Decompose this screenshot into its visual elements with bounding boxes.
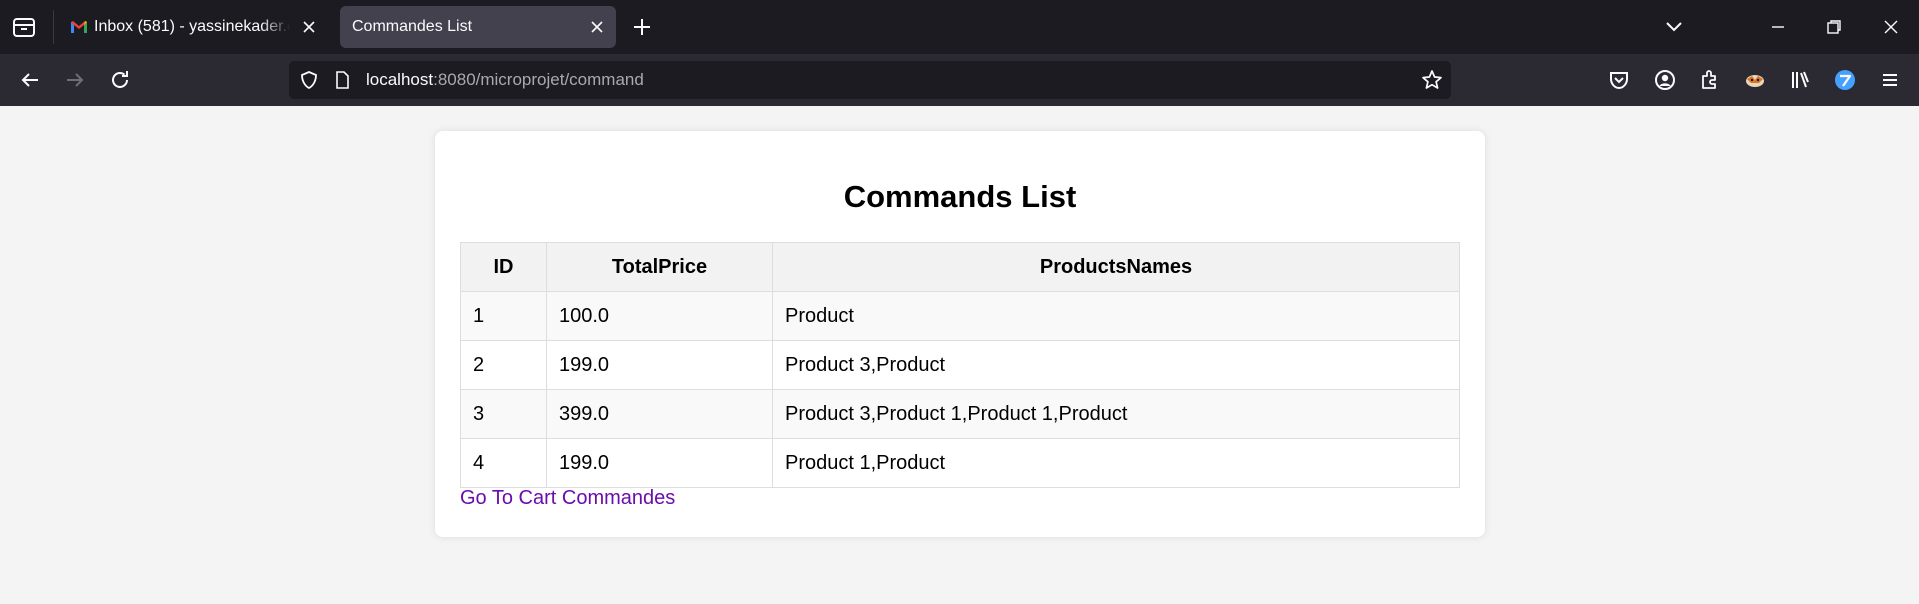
table-row: 4 199.0 Product 1,Product	[460, 438, 1460, 488]
minimize-icon[interactable]	[1766, 15, 1790, 39]
close-window-icon[interactable]	[1879, 15, 1903, 39]
tab-gmail[interactable]: Inbox (581) - yassinekader.contact@gmail…	[58, 6, 328, 48]
table-row: 1 100.0 Product	[460, 291, 1460, 341]
url-path: :8080/microprojet/command	[433, 70, 644, 89]
cell-id: 3	[460, 389, 547, 439]
column-header-products-names: ProductsNames	[772, 242, 1460, 292]
extension-fox-icon[interactable]	[1742, 67, 1768, 93]
extension-blue-icon[interactable]	[1832, 67, 1858, 93]
extensions-icon[interactable]	[1697, 67, 1723, 93]
tab-commandes-list[interactable]: Commandes List	[340, 6, 616, 48]
cell-products-names: Product 1,Product	[772, 438, 1460, 488]
back-icon[interactable]	[18, 68, 42, 92]
close-tab-icon[interactable]	[300, 18, 318, 36]
page-title: Commands List	[843, 179, 1077, 214]
bookmark-star-icon[interactable]	[1421, 69, 1443, 91]
table-header-row: ID TotalPrice ProductsNames	[460, 242, 1460, 292]
library-icon[interactable]	[1787, 67, 1813, 93]
cell-total-price: 399.0	[546, 389, 773, 439]
menu-icon[interactable]	[1877, 67, 1903, 93]
url-text[interactable]: localhost:8080/microprojet/command	[366, 61, 644, 99]
cell-products-names: Product	[772, 291, 1460, 341]
account-icon[interactable]	[1652, 67, 1678, 93]
cell-products-names: Product 3,Product 1,Product 1,Product	[772, 389, 1460, 439]
navigation-toolbar: localhost:8080/microprojet/command	[0, 54, 1919, 106]
column-header-total-price: TotalPrice	[546, 242, 773, 292]
commands-card: Commands List ID TotalPrice ProductsName…	[435, 131, 1485, 537]
new-tab-icon[interactable]	[630, 15, 654, 39]
cell-id: 1	[460, 291, 547, 341]
restore-icon[interactable]	[1822, 15, 1846, 39]
column-header-id: ID	[460, 242, 547, 292]
list-all-tabs-icon[interactable]	[1662, 17, 1686, 37]
cell-id: 4	[460, 438, 547, 488]
tracking-protection-icon[interactable]	[299, 70, 319, 90]
tab-strip: Inbox (581) - yassinekader.contact@gmail…	[0, 0, 1919, 54]
cell-total-price: 100.0	[546, 291, 773, 341]
url-host: localhost	[366, 70, 434, 89]
cell-total-price: 199.0	[546, 438, 773, 488]
cell-id: 2	[460, 340, 547, 390]
gmail-icon	[71, 21, 87, 33]
firefox-view-icon[interactable]	[12, 16, 36, 38]
tab-title: Commandes List	[352, 18, 473, 35]
cell-total-price: 199.0	[546, 340, 773, 390]
tab-separator	[53, 10, 54, 44]
table-row: 3 399.0 Product 3,Product 1,Product 1,Pr…	[460, 389, 1460, 439]
page-info-icon[interactable]	[333, 71, 351, 89]
commands-table: ID TotalPrice ProductsNames 1 100.0 Prod…	[460, 242, 1460, 488]
close-tab-icon[interactable]	[588, 18, 606, 36]
table-row: 2 199.0 Product 3,Product	[460, 340, 1460, 390]
pocket-icon[interactable]	[1606, 67, 1632, 93]
tab-title: Inbox (581) - yassinekader.contact@gmail…	[94, 18, 290, 35]
cell-products-names: Product 3,Product	[772, 340, 1460, 390]
forward-icon[interactable]	[63, 68, 87, 92]
address-bar[interactable]: localhost:8080/microprojet/command	[289, 61, 1451, 99]
go-to-cart-link[interactable]: Go To Cart Commandes	[460, 487, 675, 510]
reload-icon[interactable]	[108, 68, 132, 92]
